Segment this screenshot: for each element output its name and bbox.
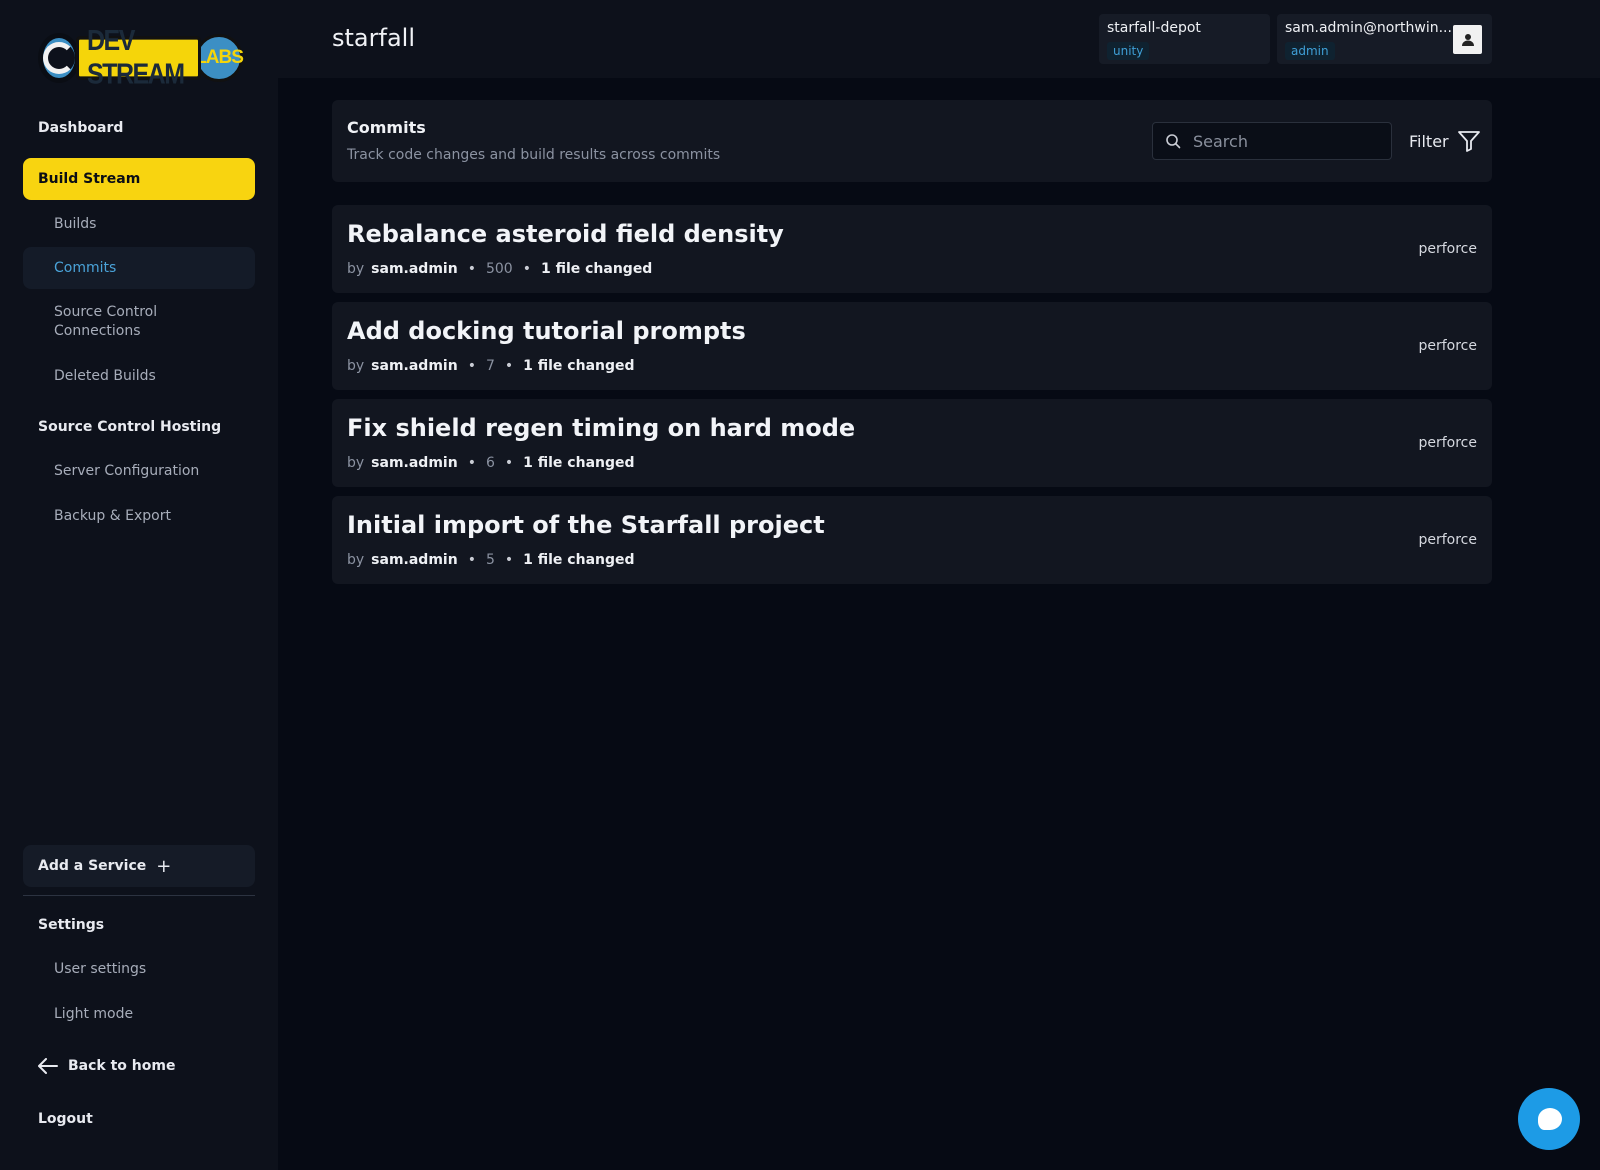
commit-files-changed: 1 file changed (523, 552, 635, 568)
user-icon (1461, 33, 1474, 46)
commit-files-changed: 1 file changed (523, 455, 635, 471)
sidebar-item-source-control-connections[interactable]: Source Control Connections (23, 302, 203, 342)
separator-dot: • (467, 455, 476, 471)
commit-by-label: by (347, 552, 365, 568)
commit-files-changed: 1 file changed (540, 261, 653, 277)
commit-number: 6 (485, 455, 495, 471)
commit-by-label: by (347, 455, 365, 471)
sidebar-item-settings[interactable]: Settings (23, 915, 255, 935)
commit-meta: by sam.admin • 6 • 1 file changed (347, 455, 635, 471)
sidebar-divider (23, 895, 255, 896)
filter-funnel-icon (1457, 131, 1480, 152)
sidebar-item-source-control-hosting[interactable]: Source Control Hosting (23, 417, 255, 437)
sidebar-item-server-configuration[interactable]: Server Configuration (23, 461, 255, 481)
chat-button[interactable] (1518, 1088, 1580, 1150)
commit-source: perforce (1418, 338, 1477, 354)
sidebar-item-user-settings[interactable]: User settings (23, 959, 255, 979)
back-to-home-link[interactable]: Back to home (23, 1056, 255, 1076)
commit-source: perforce (1418, 532, 1477, 548)
depot-name: starfall-depot (1107, 20, 1201, 36)
commit-row[interactable]: Add docking tutorial prompts by sam.admi… (332, 302, 1492, 390)
chat-bubble-icon (1538, 1108, 1562, 1130)
commit-source: perforce (1418, 241, 1477, 257)
search-box[interactable] (1152, 122, 1392, 160)
user-email: sam.admin@northwin... (1285, 20, 1452, 36)
add-service-label: Add a Service (38, 858, 147, 874)
separator-dot: • (504, 455, 514, 471)
separator-dot: • (467, 358, 476, 374)
commit-files-changed: 1 file changed (523, 358, 635, 374)
dev-stream-labs-logo[interactable]: DEV STREAM LABS (38, 25, 244, 90)
commit-meta: by sam.admin • 7 • 1 file changed (347, 358, 635, 374)
commit-row[interactable]: Fix shield regen timing on hard mode by … (332, 399, 1492, 487)
sidebar-item-build-stream[interactable]: Build Stream (23, 158, 255, 200)
logo-badge: LABS (195, 34, 244, 82)
filter-button[interactable]: Filter (1409, 130, 1481, 152)
filter-label: Filter (1409, 131, 1449, 151)
commit-number: 5 (485, 552, 495, 568)
separator-dot: • (504, 358, 514, 374)
sidebar-item-commits[interactable]: Commits (23, 247, 255, 289)
commit-meta: by sam.admin • 5 • 1 file changed (347, 552, 635, 568)
commits-heading: Commits (347, 118, 426, 137)
sidebar-item-deleted-builds[interactable]: Deleted Builds (23, 366, 255, 386)
plus-icon: + (156, 855, 172, 877)
separator-dot: • (467, 552, 476, 568)
sidebar: DEV STREAM LABS Dashboard Build Stream B… (0, 0, 278, 1170)
commit-number: 7 (485, 358, 495, 374)
commit-by-label: by (347, 261, 365, 277)
user-menu[interactable]: sam.admin@northwin... admin (1277, 14, 1492, 64)
commit-title[interactable]: Rebalance asteroid field density (347, 220, 784, 248)
arrow-left-icon (38, 1058, 58, 1074)
separator-dot: • (522, 261, 531, 277)
commit-author: sam.admin (371, 358, 458, 374)
back-to-home-label: Back to home (68, 1058, 176, 1074)
logo-text: DEV STREAM (76, 25, 201, 90)
depot-engine-badge: unity (1107, 42, 1150, 60)
add-service-button[interactable]: Add a Service + (23, 845, 255, 887)
sidebar-item-builds[interactable]: Builds (23, 214, 255, 234)
commits-subtitle: Track code changes and build results acr… (347, 147, 721, 163)
commit-title[interactable]: Add docking tutorial prompts (347, 317, 746, 345)
commits-header-panel: Commits Track code changes and build res… (332, 100, 1492, 182)
user-role-badge: admin (1285, 42, 1335, 60)
commit-by-label: by (347, 358, 365, 374)
commit-row[interactable]: Initial import of the Starfall project b… (332, 496, 1492, 584)
commit-author: sam.admin (371, 552, 458, 568)
depot-selector[interactable]: starfall-depot unity (1099, 14, 1270, 64)
commit-title[interactable]: Initial import of the Starfall project (347, 511, 825, 539)
gear-logo-icon (38, 33, 80, 83)
avatar[interactable] (1453, 25, 1482, 54)
search-icon (1166, 134, 1181, 149)
commit-title[interactable]: Fix shield regen timing on hard mode (347, 414, 855, 442)
commit-author: sam.admin (371, 455, 458, 471)
commit-number: 500 (485, 261, 513, 277)
commit-row[interactable]: Rebalance asteroid field density by sam.… (332, 205, 1492, 293)
commit-author: sam.admin (371, 261, 458, 277)
sidebar-item-dashboard[interactable]: Dashboard (23, 118, 255, 138)
search-input[interactable] (1193, 131, 1373, 151)
commit-meta: by sam.admin • 500 • 1 file changed (347, 261, 652, 277)
sidebar-item-backup-export[interactable]: Backup & Export (23, 506, 255, 526)
sidebar-item-light-mode[interactable]: Light mode (23, 1004, 255, 1024)
separator-dot: • (504, 552, 514, 568)
separator-dot: • (467, 261, 476, 277)
logout-button[interactable]: Logout (23, 1109, 255, 1129)
page-title: starfall (332, 24, 415, 52)
commit-source: perforce (1418, 435, 1477, 451)
